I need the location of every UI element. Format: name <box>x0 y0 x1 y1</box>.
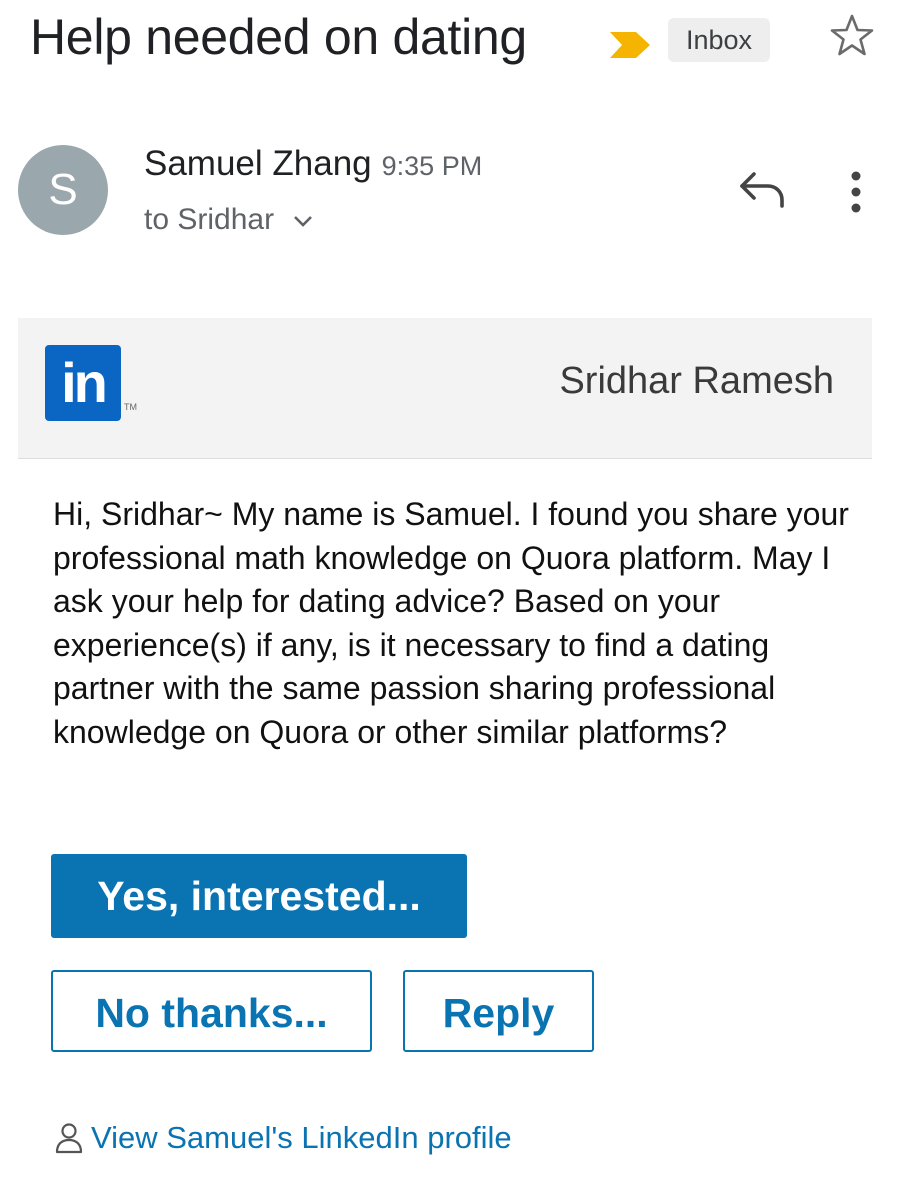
recipient-details-toggle[interactable]: to Sridhar <box>144 203 314 237</box>
chevron-down-icon <box>294 216 313 227</box>
inbox-label-chip[interactable]: Inbox <box>668 18 771 62</box>
reply-icon[interactable] <box>736 168 788 212</box>
sent-time: 9:35 PM <box>381 151 483 181</box>
recipient-name: Sridhar Ramesh <box>559 360 834 402</box>
star-icon[interactable] <box>828 12 876 60</box>
linkedin-trademark: TM <box>124 402 137 412</box>
subject-row: Help needed on dating Inbox <box>30 8 886 78</box>
more-vert-icon[interactable] <box>836 168 876 216</box>
view-profile-link[interactable]: View Samuel's LinkedIn profile <box>55 1120 512 1156</box>
yes-interested-button[interactable]: Yes, interested... <box>51 854 467 938</box>
message-body: Hi, Sridhar~ My name is Samuel. I found … <box>53 496 849 750</box>
sender-name[interactable]: Samuel Zhang <box>144 144 372 183</box>
email-subject: Help needed on dating <box>30 9 527 65</box>
sender-avatar[interactable]: S <box>18 145 108 235</box>
sender-line: Samuel Zhang 9:35 PM <box>144 144 482 184</box>
linkedin-logo: in <box>45 345 121 421</box>
reply-button[interactable]: Reply <box>403 970 594 1052</box>
view-profile-link-text: View Samuel's LinkedIn profile <box>91 1120 512 1155</box>
importance-marker-icon[interactable] <box>608 30 652 60</box>
recipient-text: to Sridhar <box>144 203 275 236</box>
linkedin-header: in TM Sridhar Ramesh <box>18 318 872 459</box>
no-thanks-button[interactable]: No thanks... <box>51 970 372 1052</box>
person-icon <box>55 1123 83 1154</box>
